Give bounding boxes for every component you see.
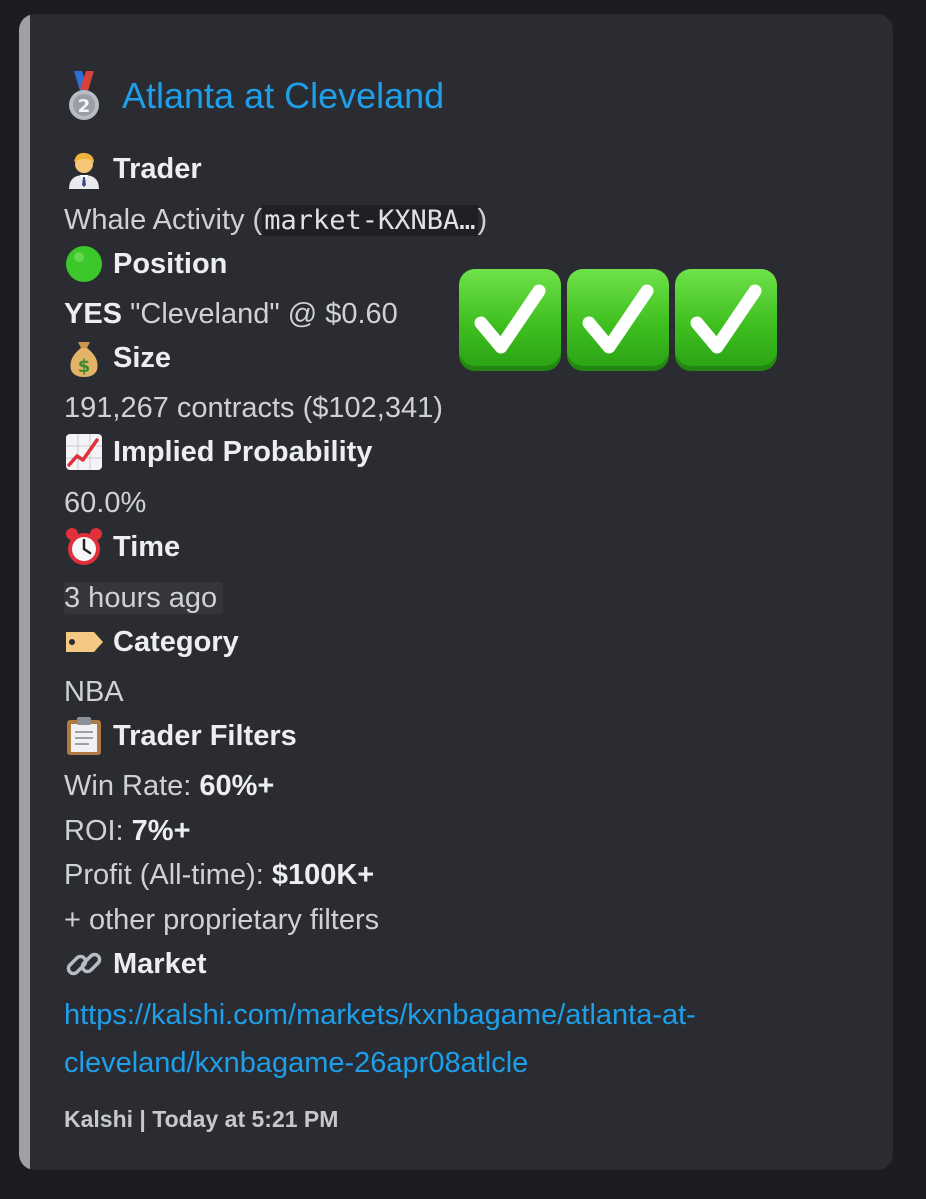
field-name-trader-filters: Trader Filters	[64, 714, 297, 758]
embed-card: 2 Atlanta at Cleveland Trader Whale Acti…	[19, 14, 893, 1170]
position-detail: "Cleveland" @ $0.60	[122, 298, 398, 330]
market-link-line-2: cleveland/kxnbagame-26apr08atlcle	[64, 1047, 529, 1079]
link-icon	[64, 944, 104, 984]
check-mark-button-icon	[675, 269, 777, 371]
field-name-label: Position	[113, 247, 228, 280]
field-value-category: NBA	[64, 676, 124, 708]
filter-win-rate: Win Rate: 60%+	[64, 764, 274, 808]
relative-timestamp: 3 hours ago	[64, 582, 224, 614]
field-value-time: 3 hours ago	[64, 576, 224, 620]
svg-text:$: $	[78, 356, 91, 377]
field-value-trader: Whale Activity (market-KXNBA…)	[64, 198, 487, 243]
check-mark-button-icon	[459, 269, 561, 371]
trader-value-suffix: )	[477, 204, 488, 236]
field-name-position: Position	[64, 242, 227, 286]
field-name-size: $ Size	[64, 336, 171, 380]
filter-profit-label: Profit (All-time):	[64, 859, 272, 891]
field-value-position: YES "Cleveland" @ $0.60	[64, 292, 398, 336]
field-name-market: Market	[64, 942, 207, 986]
filter-roi-label: ROI:	[64, 815, 132, 847]
clipboard-icon	[64, 716, 104, 756]
market-link[interactable]: https://kalshi.com/markets/kxnbagame/atl…	[64, 991, 824, 1087]
filter-win-rate-label: Win Rate:	[64, 770, 200, 802]
filter-win-rate-value: 60%+	[199, 770, 275, 802]
second-place-medal-icon: 2	[64, 71, 104, 121]
field-name-label: Market	[113, 947, 207, 980]
embed-footer: Kalshi | Today at 5:21 PM	[64, 1106, 339, 1132]
field-name-implied-probability: Implied Probability	[64, 430, 372, 474]
money-bag-icon: $	[64, 338, 104, 378]
man-office-worker-icon	[64, 149, 104, 189]
check-mark-group	[459, 269, 777, 371]
trader-value-prefix: Whale Activity (	[64, 204, 263, 236]
field-name-trader: Trader	[64, 147, 202, 191]
filter-profit: Profit (All-time): $100K+	[64, 853, 374, 897]
field-name-label: Size	[113, 341, 172, 374]
svg-text:2: 2	[78, 96, 91, 117]
trader-market-code: market-KXNBA…	[262, 205, 478, 236]
embed-title-row: 2 Atlanta at Cleveland	[64, 66, 444, 126]
field-name-category: Category	[64, 620, 239, 664]
green-circle-icon	[64, 244, 104, 284]
embed-accent-bar	[19, 14, 30, 1170]
field-name-label: Category	[113, 625, 239, 658]
filter-other: + other proprietary filters	[64, 904, 380, 936]
label-tag-icon	[64, 622, 104, 662]
field-name-label: Time	[113, 530, 181, 563]
market-link-line-1: https://kalshi.com/markets/kxnbagame/atl…	[64, 999, 696, 1031]
field-value-implied-probability: 60.0%	[64, 487, 147, 519]
field-name-time: Time	[64, 525, 180, 569]
field-name-label: Implied Probability	[113, 435, 373, 468]
position-side: YES	[64, 298, 123, 330]
embed-title-link[interactable]: Atlanta at Cleveland	[122, 75, 444, 117]
alarm-clock-icon	[64, 527, 104, 567]
field-name-label: Trader Filters	[113, 719, 297, 752]
chart-increasing-icon	[64, 432, 104, 472]
check-mark-button-icon	[567, 269, 669, 371]
field-name-label: Trader	[113, 152, 202, 185]
field-value-size: 191,267 contracts ($102,341)	[64, 392, 443, 424]
filter-roi-value: 7%+	[131, 815, 191, 847]
filter-profit-value: $100K+	[271, 859, 375, 891]
filter-roi: ROI: 7%+	[64, 809, 191, 853]
